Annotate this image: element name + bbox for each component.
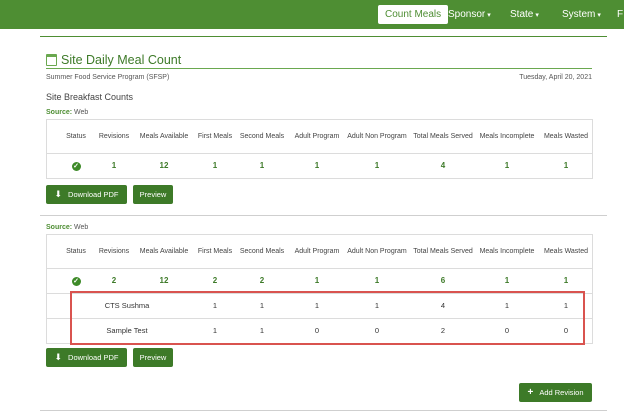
col-total-meals-served: Total Meals Served bbox=[413, 132, 473, 140]
source-value: Web bbox=[74, 109, 89, 116]
calendar-icon bbox=[46, 54, 57, 66]
col-meals-wasted: Meals Wasted bbox=[543, 247, 589, 255]
download-icon: ⬇ bbox=[54, 352, 63, 362]
chevron-down-icon: ▾ bbox=[597, 12, 601, 19]
nav-more-label: F bbox=[617, 9, 624, 20]
download-pdf-label: Download PDF bbox=[68, 190, 119, 199]
source-value: Web bbox=[74, 224, 89, 231]
preview-button-2[interactable]: Preview bbox=[133, 348, 173, 367]
source-line-1: Source: Web bbox=[46, 109, 88, 116]
nav-system-label: System bbox=[562, 9, 596, 20]
section-divider bbox=[40, 215, 607, 216]
source-line-2: Source: Web bbox=[46, 224, 88, 231]
page-title: Site Daily Meal Count bbox=[61, 53, 182, 67]
preview-label: Preview bbox=[139, 353, 167, 362]
chevron-down-icon: ▾ bbox=[487, 12, 491, 19]
download-pdf-button-2[interactable]: ⬇ Download PDF bbox=[46, 348, 127, 367]
preview-button-1[interactable]: Preview bbox=[133, 185, 173, 204]
add-revision-button[interactable]: + Add Revision bbox=[519, 383, 592, 402]
table-totals-row: ✓ 2 12 2 2 1 1 6 1 1 bbox=[47, 268, 592, 293]
wasted-cell: 1 bbox=[563, 275, 569, 285]
page-bottom-rule bbox=[40, 410, 607, 411]
title-divider bbox=[46, 68, 592, 69]
nav-system[interactable]: System ▾ bbox=[562, 0, 601, 29]
highlight-box bbox=[70, 291, 585, 345]
nav-state-label: State bbox=[510, 9, 534, 20]
nav-sponsor-label: Sponsor bbox=[448, 9, 486, 20]
nav-state[interactable]: State ▾ bbox=[510, 0, 539, 29]
adult-non-program-cell: 1 bbox=[374, 160, 380, 170]
source-label: Source: bbox=[46, 109, 73, 116]
section-title: Site Breakfast Counts bbox=[46, 92, 134, 102]
table-header-row: Status Revisions Meals Available First M… bbox=[47, 235, 592, 268]
nav-count-meals[interactable]: Count Meals bbox=[378, 5, 449, 24]
source-label: Source: bbox=[46, 224, 73, 231]
adult-non-program-cell: 1 bbox=[374, 275, 380, 285]
download-pdf-button-1[interactable]: ⬇ Download PDF bbox=[46, 185, 127, 204]
table-totals-row: ✓ 1 12 1 1 1 1 4 1 1 bbox=[47, 153, 592, 178]
col-meals-wasted: Meals Wasted bbox=[543, 132, 589, 140]
chevron-down-icon: ▾ bbox=[535, 12, 539, 19]
col-total-meals-served: Total Meals Served bbox=[413, 247, 473, 255]
plus-icon: + bbox=[527, 387, 534, 398]
total-served-cell: 6 bbox=[440, 275, 446, 285]
nav-sponsor[interactable]: Sponsor ▾ bbox=[448, 0, 491, 29]
add-revision-label: Add Revision bbox=[539, 388, 584, 397]
meal-count-table-1: Status Revisions Meals Available First M… bbox=[46, 119, 593, 179]
preview-label: Preview bbox=[139, 190, 167, 199]
download-icon: ⬇ bbox=[54, 189, 63, 199]
program-name: Summer Food Service Program (SFSP) bbox=[46, 74, 170, 81]
wasted-cell: 1 bbox=[563, 160, 569, 170]
page-top-rule bbox=[40, 36, 607, 37]
col-adult-non-program: Adult Non Program bbox=[347, 132, 407, 140]
nav-more[interactable]: F bbox=[617, 0, 623, 29]
report-date: Tuesday, April 20, 2021 bbox=[519, 74, 592, 81]
total-served-cell: 4 bbox=[440, 160, 446, 170]
col-adult-non-program: Adult Non Program bbox=[347, 247, 407, 255]
download-pdf-label: Download PDF bbox=[68, 353, 119, 362]
table-header-row: Status Revisions Meals Available First M… bbox=[47, 120, 592, 153]
top-navbar: Count Meals Sponsor ▾ State ▾ System ▾ F bbox=[0, 0, 624, 29]
page-title-row: Site Daily Meal Count bbox=[46, 52, 181, 68]
nav-count-meals-label: Count Meals bbox=[385, 9, 442, 20]
